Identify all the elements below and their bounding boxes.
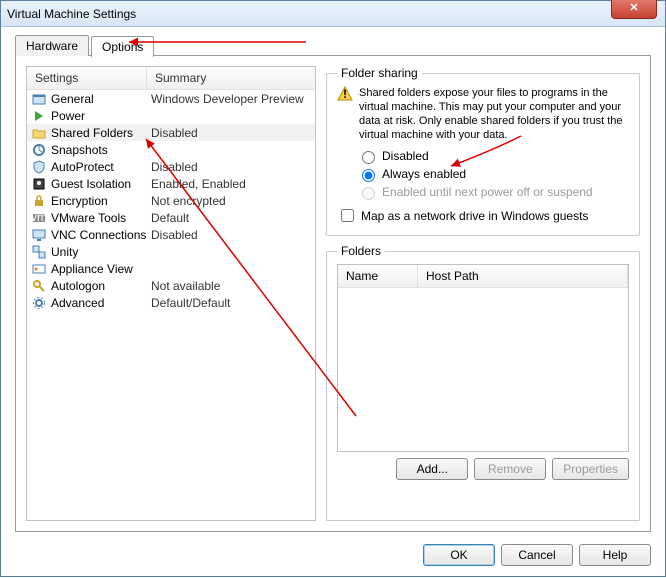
list-item-summary: Not available bbox=[151, 279, 311, 293]
list-item-summary: Enabled, Enabled bbox=[151, 177, 311, 191]
list-item-summary: Default/Default bbox=[151, 296, 311, 310]
list-item-summary: Default bbox=[151, 211, 311, 225]
list-item-summary: Disabled bbox=[151, 228, 311, 242]
folders-group: Folders Name Host Path Add... Remove Pro… bbox=[326, 244, 640, 521]
folder-sharing-group: Folder sharing ! Shared folders expose y… bbox=[326, 66, 640, 236]
add-button[interactable]: Add... bbox=[396, 458, 468, 480]
radio-until-label: Enabled until next power off or suspend bbox=[382, 185, 593, 199]
gear-icon bbox=[31, 295, 47, 311]
settings-list-body: GeneralWindows Developer PreviewPowerSha… bbox=[27, 90, 315, 520]
folders-table: Name Host Path bbox=[337, 264, 629, 452]
radio-always-label: Always enabled bbox=[382, 167, 466, 181]
list-item[interactable]: GeneralWindows Developer Preview bbox=[27, 90, 315, 107]
map-drive-label: Map as a network drive in Windows guests bbox=[361, 209, 588, 223]
list-item-name: Unity bbox=[51, 245, 151, 259]
svg-text:!: ! bbox=[343, 87, 347, 101]
folder-sharing-legend: Folder sharing bbox=[337, 66, 422, 80]
key-icon bbox=[31, 278, 47, 294]
list-item-name: Power bbox=[51, 109, 151, 123]
warning-icon: ! bbox=[337, 86, 353, 102]
list-item[interactable]: VNC ConnectionsDisabled bbox=[27, 226, 315, 243]
vm-settings-window: Virtual Machine Settings ✕ Hardware Opti… bbox=[0, 0, 666, 577]
ok-button[interactable]: OK bbox=[423, 544, 495, 566]
list-item-name: VNC Connections bbox=[51, 228, 151, 242]
col-summary[interactable]: Summary bbox=[147, 67, 315, 89]
list-item-summary: Windows Developer Preview bbox=[151, 92, 311, 106]
folders-col-name[interactable]: Name bbox=[338, 265, 418, 287]
list-item-summary: Disabled bbox=[151, 126, 311, 140]
list-item[interactable]: Guest IsolationEnabled, Enabled bbox=[27, 175, 315, 192]
folders-legend: Folders bbox=[337, 244, 385, 258]
list-item[interactable]: EncryptionNot encrypted bbox=[27, 192, 315, 209]
list-item[interactable]: Snapshots bbox=[27, 141, 315, 158]
list-item-name: Advanced bbox=[51, 296, 151, 310]
folder-icon bbox=[31, 125, 47, 141]
list-item-name: Shared Folders bbox=[51, 126, 151, 140]
list-item[interactable]: Appliance View bbox=[27, 260, 315, 277]
radio-disabled[interactable] bbox=[362, 151, 375, 164]
tabs: Hardware Options bbox=[15, 35, 156, 56]
warning-text: Shared folders expose your files to prog… bbox=[359, 86, 629, 142]
dialog-footer: OK Cancel Help bbox=[423, 544, 651, 566]
appliance-icon bbox=[31, 261, 47, 277]
right-panel: Folder sharing ! Shared folders expose y… bbox=[326, 66, 640, 521]
folders-table-body[interactable] bbox=[338, 288, 628, 451]
map-drive-checkbox[interactable] bbox=[341, 209, 354, 222]
folders-col-path[interactable]: Host Path bbox=[418, 265, 628, 287]
list-item-name: Snapshots bbox=[51, 143, 151, 157]
screen-icon bbox=[31, 227, 47, 243]
shield-icon bbox=[31, 159, 47, 175]
radio-disabled-label: Disabled bbox=[382, 149, 429, 163]
list-item[interactable]: Shared FoldersDisabled bbox=[27, 124, 315, 141]
general-icon bbox=[31, 91, 47, 107]
tab-hardware[interactable]: Hardware bbox=[15, 35, 89, 56]
radio-always[interactable] bbox=[362, 169, 375, 182]
settings-list-header: Settings Summary bbox=[27, 67, 315, 90]
tab-options[interactable]: Options bbox=[91, 36, 154, 57]
col-settings[interactable]: Settings bbox=[27, 67, 147, 89]
list-item-name: VMware Tools bbox=[51, 211, 151, 225]
list-item-name: Autologon bbox=[51, 279, 151, 293]
power-icon bbox=[31, 108, 47, 124]
cancel-button[interactable]: Cancel bbox=[501, 544, 573, 566]
list-item-name: Guest Isolation bbox=[51, 177, 151, 191]
list-item[interactable]: AdvancedDefault/Default bbox=[27, 294, 315, 311]
close-button[interactable]: ✕ bbox=[611, 0, 657, 19]
settings-list: Settings Summary GeneralWindows Develope… bbox=[26, 66, 316, 521]
unity-icon bbox=[31, 244, 47, 260]
vm-icon: vm bbox=[31, 210, 47, 226]
list-item-summary: Not encrypted bbox=[151, 194, 311, 208]
remove-button: Remove bbox=[474, 458, 546, 480]
list-item[interactable]: Unity bbox=[27, 243, 315, 260]
window-title: Virtual Machine Settings bbox=[7, 7, 136, 21]
snapshot-icon bbox=[31, 142, 47, 158]
radio-until-row: Enabled until next power off or suspend bbox=[357, 184, 629, 200]
list-item[interactable]: AutologonNot available bbox=[27, 277, 315, 294]
lock-icon bbox=[31, 193, 47, 209]
properties-button: Properties bbox=[552, 458, 629, 480]
folders-buttons: Add... Remove Properties bbox=[337, 458, 629, 480]
list-item-name: General bbox=[51, 92, 151, 106]
guest-icon bbox=[31, 176, 47, 192]
help-button[interactable]: Help bbox=[579, 544, 651, 566]
map-drive-row[interactable]: Map as a network drive in Windows guests bbox=[337, 206, 629, 225]
radio-disabled-row[interactable]: Disabled bbox=[357, 148, 629, 164]
list-item[interactable]: AutoProtectDisabled bbox=[27, 158, 315, 175]
radio-always-row[interactable]: Always enabled bbox=[357, 166, 629, 182]
svg-text:vm: vm bbox=[32, 211, 46, 224]
list-item-name: Appliance View bbox=[51, 262, 151, 276]
options-panel: Settings Summary GeneralWindows Develope… bbox=[15, 55, 651, 532]
radio-until bbox=[362, 187, 375, 200]
list-item[interactable]: vm VMware ToolsDefault bbox=[27, 209, 315, 226]
list-item-name: Encryption bbox=[51, 194, 151, 208]
titlebar: Virtual Machine Settings ✕ bbox=[1, 1, 665, 27]
folders-table-header: Name Host Path bbox=[338, 265, 628, 288]
list-item-name: AutoProtect bbox=[51, 160, 151, 174]
list-item-summary: Disabled bbox=[151, 160, 311, 174]
list-item[interactable]: Power bbox=[27, 107, 315, 124]
